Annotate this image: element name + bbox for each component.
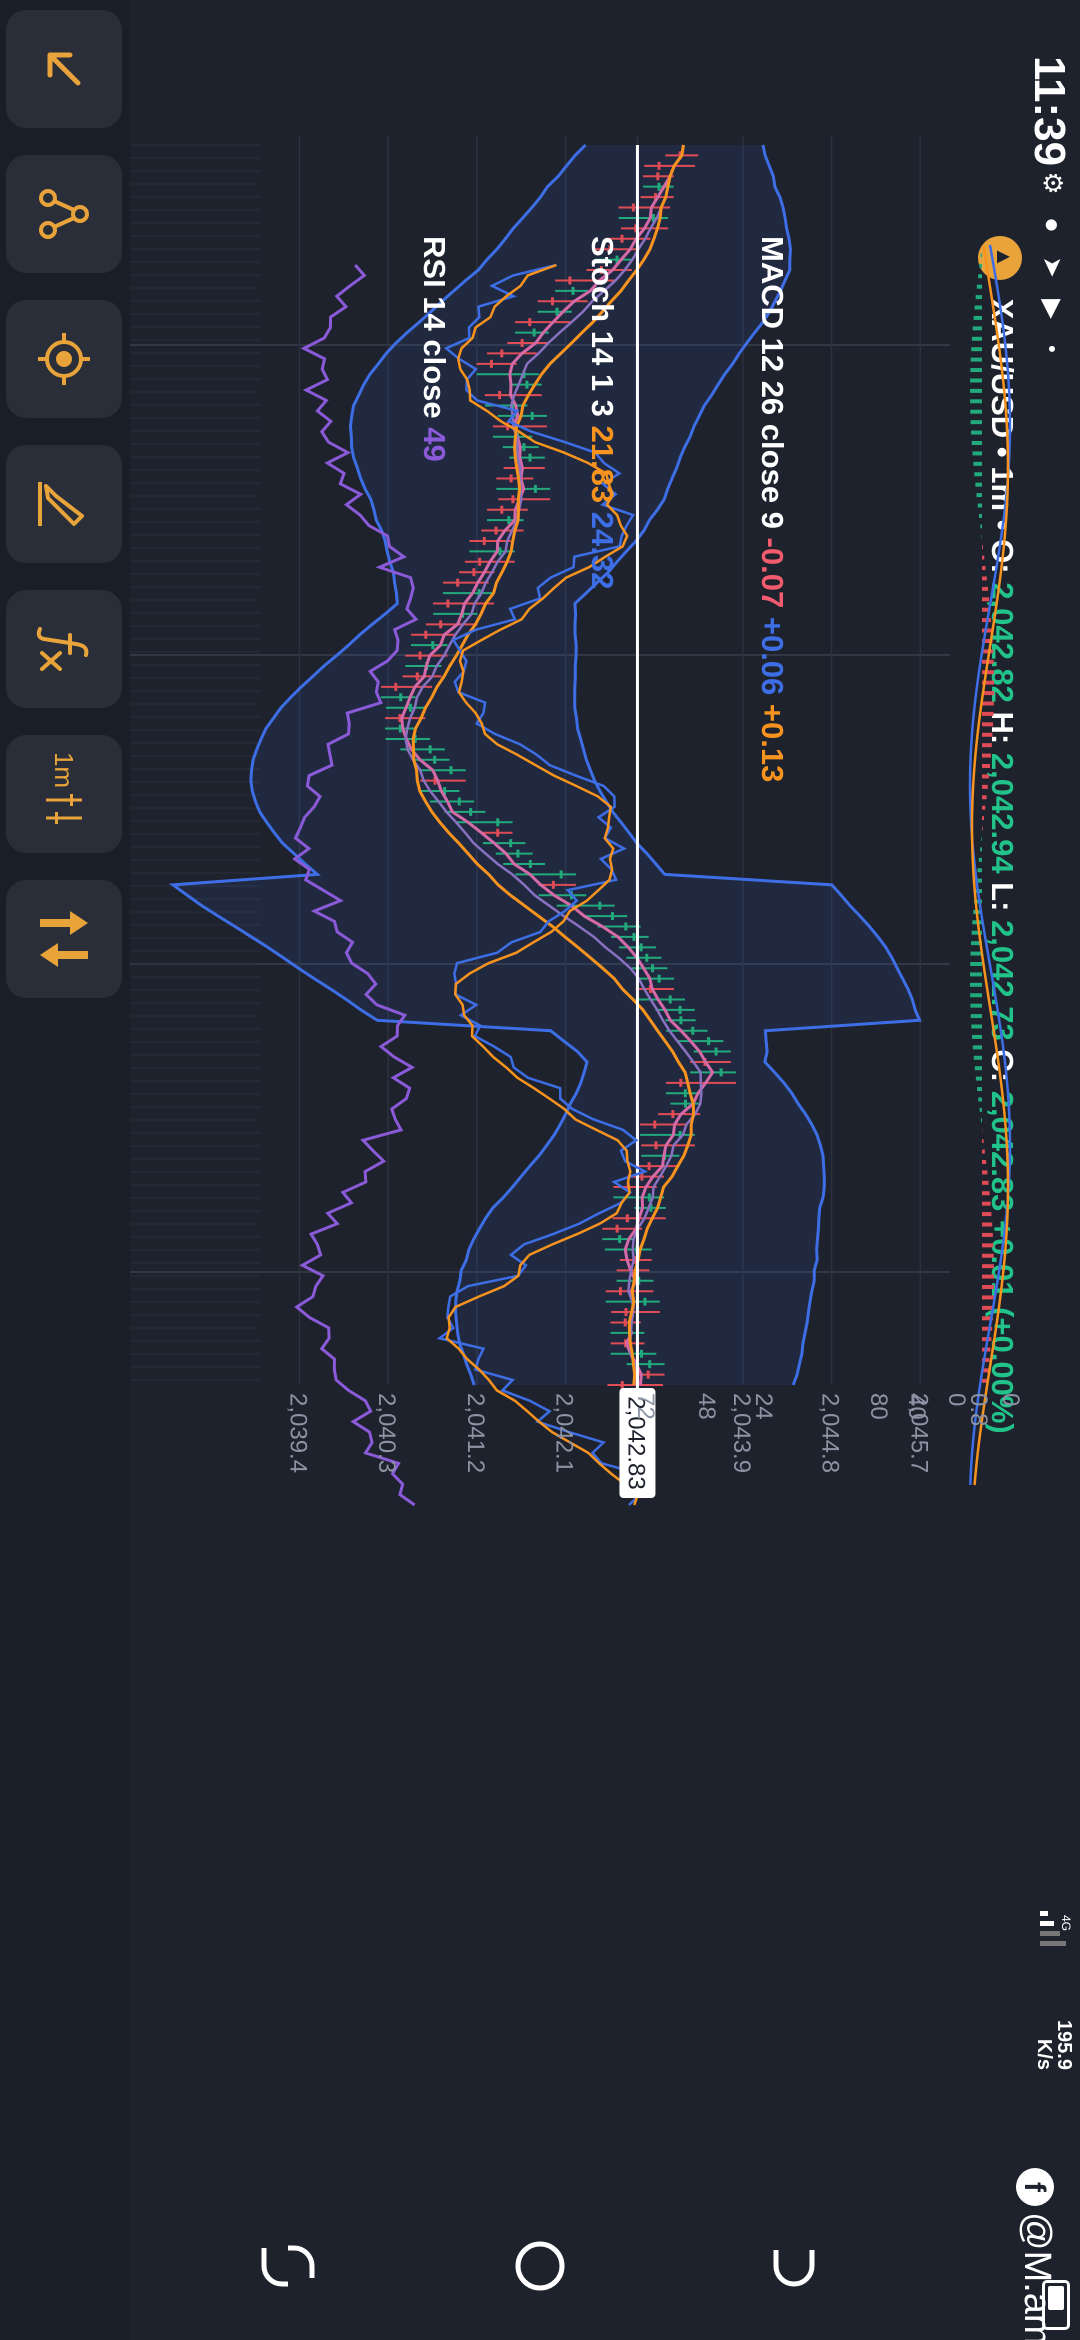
cursor-tool-button[interactable] [6, 10, 122, 128]
macd-axis-label: 0.8 [965, 1393, 992, 1426]
price-chart[interactable]: 2,039.4 2,040.3 2,041.2 2,042.1 2,042.83 2,04… [0, 0, 1080, 2340]
stoch-axis-label: 80 [865, 1393, 892, 1420]
trade-button[interactable] [6, 880, 122, 998]
price-axis-label: 2,042.1 [551, 1393, 578, 1473]
macd-label: MACD 12 26 close 9 -0.07 +0.06 +0.13 [754, 236, 790, 782]
rsi-axis-label: 48 [693, 1393, 720, 1420]
crosshair-tool-button[interactable] [6, 300, 122, 418]
sliders-icon [46, 794, 82, 825]
indicators-button[interactable] [6, 590, 122, 708]
macd-axis-label: 0 [997, 1393, 1024, 1406]
home-button[interactable] [515, 2241, 565, 2291]
pen-icon [38, 482, 84, 526]
nodes-icon [39, 189, 89, 239]
price-axis-label: 2,039.4 [284, 1393, 311, 1473]
timeframe-label: 1m [49, 751, 80, 789]
arrow-up-left-icon [47, 52, 81, 86]
stoch-d-value: 24.32 [585, 511, 620, 590]
rsi-label: RSI 14 close 49 [416, 236, 452, 462]
rsi-axis-label: 72 [632, 1393, 659, 1420]
macd-label-text: MACD 12 26 close 9 [755, 236, 790, 529]
macd-value: +0.06 [755, 616, 790, 696]
stoch-label: Stoch 14 1 3 21.83 24.32 [584, 236, 620, 589]
back-button[interactable] [773, 2250, 815, 2287]
crosshair-icon [38, 333, 90, 385]
price-axis-label: 2,044.8 [817, 1393, 844, 1473]
drawing-toolbar: 1m [0, 0, 130, 2340]
patterns-tool-button[interactable] [6, 155, 122, 273]
macd-signal-value: +0.13 [755, 703, 790, 783]
rsi-label-text: RSI 14 close [417, 236, 452, 419]
macd-hist-value: -0.07 [755, 537, 790, 609]
system-nav-bar [261, 2241, 815, 2291]
stoch-label-text: Stoch 14 1 3 [585, 236, 620, 417]
timeframe-settings-button[interactable]: 1m [6, 735, 122, 853]
brush-tool-button[interactable] [6, 445, 122, 563]
rsi-value: 49 [417, 427, 452, 462]
rotated-chart-screen: 11:39 ⚙ ● ➤ ▶ ● 4G 195.9 K/s XAU/USD • 1… [0, 0, 1080, 2340]
stoch-k-value: 21.83 [585, 425, 620, 504]
rsi-axis-label: 24 [750, 1393, 777, 1420]
recent-apps-button[interactable] [261, 2245, 315, 2287]
fx-icon [36, 627, 89, 671]
stoch-axis-label: 40 [903, 1393, 930, 1420]
price-axis-label: 2,041.2 [462, 1393, 489, 1473]
swap-arrows-icon [40, 911, 88, 967]
price-axis-label: 2,040.3 [373, 1393, 400, 1473]
